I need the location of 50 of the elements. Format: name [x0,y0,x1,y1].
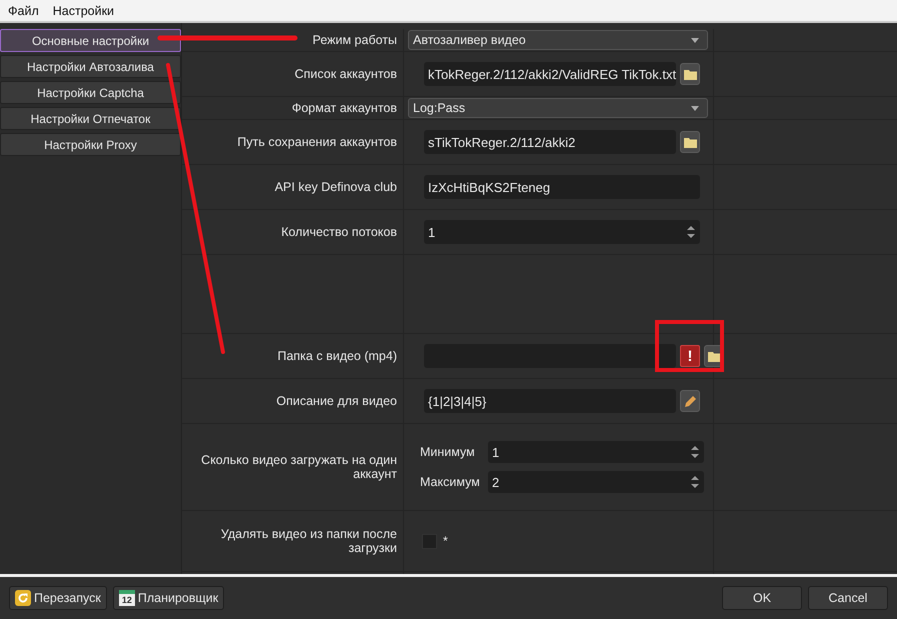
field-label: Папка с видео (mp4) [277,349,397,363]
pencil-icon [684,394,696,408]
dropdown[interactable]: Log:Pass [408,98,708,118]
dialog-button[interactable]: OK [722,586,802,610]
sidebar-item[interactable]: Настройки Captcha [0,81,181,104]
field-label: Сколько видео загружать на один аккаунт [200,453,397,481]
refresh-icon [15,590,31,606]
folder-button[interactable] [680,131,700,153]
caret-icon [691,106,699,110]
field-label: Путь сохранения аккаунтов [237,135,397,149]
folder-icon [684,68,696,80]
field-label: API key Definova club [274,180,397,194]
caret-icon [691,38,699,42]
dropdown[interactable]: Автозаливер видео [408,30,708,50]
field-label: Список аккаунтов [294,67,397,81]
folder-icon [708,350,720,362]
sidebar-item[interactable]: Основные настройки [0,29,181,52]
input-field[interactable]: IzXcHtiBqKS2Fteneg [424,175,700,199]
input-field[interactable]: sTikTokReger.2/112/akki2 [424,130,676,154]
sidebar-item[interactable]: Настройки Proxy [0,133,181,156]
restart-button[interactable]: Перезапуск [9,586,107,610]
menu-item[interactable]: Файл [8,4,39,18]
calendar-icon: 12 [118,590,135,606]
field-label: Формат аккаунтов [292,101,397,115]
spinner-arrows-icon[interactable] [690,444,700,460]
field-label: Режим работы [312,33,397,47]
field-label: Количество потоков [281,225,397,239]
folder-button[interactable] [680,63,700,85]
warning-icon: ! [680,345,700,367]
edit-button[interactable] [680,390,700,412]
sidebar-item[interactable]: Настройки Автозалива [0,55,181,78]
input-field[interactable]: kTokReger.2/112/akki2/ValidREG TikTok.txt [424,62,676,86]
checkbox-label: * [443,534,448,548]
number-field[interactable]: 2 [488,471,704,493]
input-field[interactable]: {1|2|3|4|5} [424,389,676,413]
spinner-arrows-icon[interactable] [690,474,700,490]
number-field[interactable]: 1 [424,220,700,244]
dialog-button[interactable]: Cancel [808,586,888,610]
sidebar-item[interactable]: Настройки Отпечаток [0,107,181,130]
number-field[interactable]: 1 [488,441,704,463]
menu-item[interactable]: Настройки [52,4,114,18]
field-label: Описание для видео [276,394,397,408]
input-field[interactable] [424,344,676,368]
field-label: Максимум [420,475,481,489]
scheduler-button[interactable]: 12 Планировщик [112,586,224,610]
field-label: Удалять видео из папки после загрузки [220,527,397,555]
folder-icon [684,136,696,148]
highlight-frame [655,320,724,372]
field-label: Минимум [420,445,476,459]
spinner-arrows-icon[interactable] [686,224,696,240]
